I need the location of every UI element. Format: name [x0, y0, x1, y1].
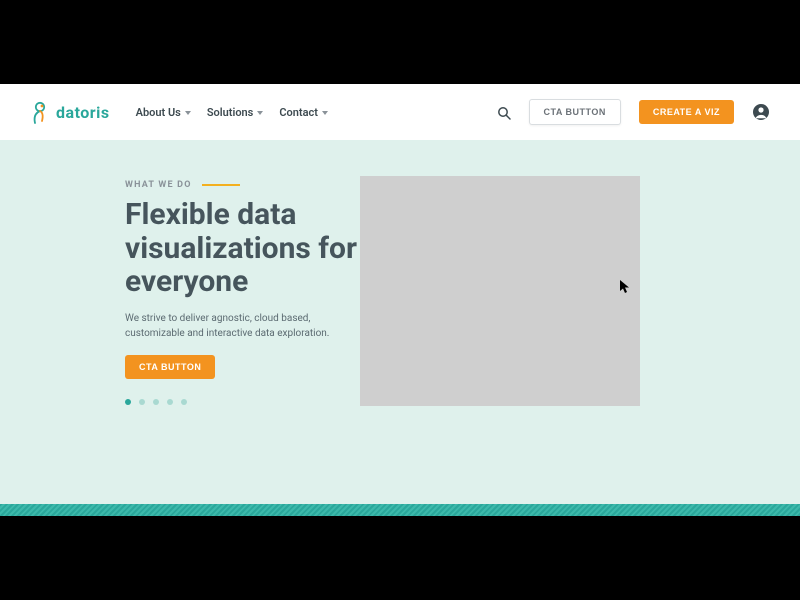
- carousel-dot[interactable]: [153, 399, 159, 405]
- carousel-dot[interactable]: [125, 399, 131, 405]
- carousel-dot[interactable]: [167, 399, 173, 405]
- chevron-down-icon: [185, 111, 191, 115]
- hero-section: WHAT WE DO Flexible data visualizations …: [0, 140, 800, 504]
- primary-nav: About Us Solutions Contact: [136, 106, 328, 119]
- eyebrow-label: WHAT WE DO: [125, 180, 192, 190]
- site-header: datoris About Us Solutions Contact CT: [0, 84, 800, 140]
- logo-icon: [30, 100, 50, 124]
- hero-cta-button[interactable]: CTA BUTTON: [125, 355, 215, 379]
- landing-page: datoris About Us Solutions Contact CT: [0, 84, 800, 516]
- footer-stripe: [0, 504, 800, 516]
- eyebrow-divider: [202, 184, 240, 186]
- chevron-down-icon: [257, 111, 263, 115]
- nav-item-about[interactable]: About Us: [136, 106, 191, 119]
- carousel-dot[interactable]: [181, 399, 187, 405]
- create-viz-button[interactable]: CREATE A VIZ: [639, 100, 734, 124]
- hero-image-placeholder: [360, 176, 640, 406]
- nav-label: Solutions: [207, 106, 254, 119]
- cta-secondary-button[interactable]: CTA BUTTON: [529, 99, 621, 125]
- brand-name: datoris: [56, 103, 110, 122]
- brand-logo[interactable]: datoris: [30, 100, 110, 124]
- search-icon[interactable]: [497, 105, 511, 119]
- hero-subcopy: We strive to deliver agnostic, cloud bas…: [125, 311, 355, 341]
- nav-label: About Us: [136, 106, 181, 119]
- carousel-dot[interactable]: [139, 399, 145, 405]
- nav-item-solutions[interactable]: Solutions: [207, 106, 264, 119]
- account-icon[interactable]: [752, 103, 770, 121]
- nav-item-contact[interactable]: Contact: [279, 106, 328, 119]
- chevron-down-icon: [322, 111, 328, 115]
- nav-label: Contact: [279, 106, 318, 119]
